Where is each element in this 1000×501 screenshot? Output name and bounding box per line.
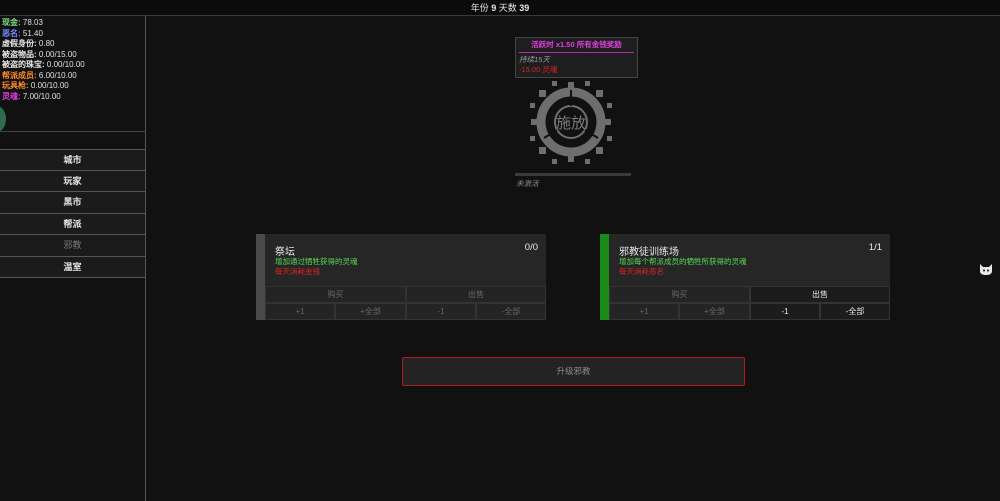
stat-value: 0.00/10.00 bbox=[30, 81, 69, 90]
buy-one-button[interactable]: +1 bbox=[609, 303, 679, 320]
altar-card: 祭坛 0/0 增加通过牺牲获得的灵魂 每天消耗金钱 购买 出售 +1 +全部 -… bbox=[256, 234, 546, 320]
ritual-duration: 持续15天 bbox=[519, 55, 550, 64]
card-header: 邪教徒训练场 1/1 增加每个帮派成员的牺牲所获得的灵魂 每天消耗恶名 bbox=[600, 234, 890, 286]
sidebar: 现金: 78.03 恶名: 51.40 虚假身份: 0.80 被盗物品: 0.0… bbox=[0, 16, 146, 501]
sell-one-button[interactable]: -1 bbox=[406, 303, 476, 320]
sell-button[interactable]: 出售 bbox=[750, 286, 890, 303]
stat-value: 6.00/10.00 bbox=[38, 70, 77, 80]
sidebar-item-city[interactable]: 城市 bbox=[0, 149, 145, 171]
card-status-bar bbox=[600, 234, 609, 320]
stat-fake-ids: 虚假身份: 0.80 bbox=[2, 39, 145, 50]
stat-value: 78.03 bbox=[22, 18, 43, 27]
sidebar-item-greenhouse[interactable]: 温室 bbox=[0, 256, 145, 278]
stat-toy-guns: 玩具枪: 0.00/10.00 bbox=[2, 81, 145, 92]
ritual-progress-bar bbox=[515, 173, 631, 176]
stat-value: 0.80 bbox=[38, 39, 55, 48]
sidebar-item-gang[interactable]: 帮派 bbox=[0, 213, 145, 235]
stat-souls: 灵魂: 7.00/10.00 bbox=[2, 92, 145, 103]
stat-value: 51.40 bbox=[22, 28, 43, 38]
stat-cash: 现金: 78.03 bbox=[2, 18, 145, 29]
stat-label: 玩具枪: bbox=[2, 81, 29, 90]
buy-button[interactable]: 购买 bbox=[265, 286, 406, 303]
stat-notoriety: 恶名: 51.40 bbox=[2, 29, 145, 40]
cat-icon[interactable] bbox=[979, 262, 993, 276]
sidebar-item-player[interactable]: 玩家 bbox=[0, 170, 145, 192]
sell-one-button[interactable]: -1 bbox=[750, 303, 820, 320]
card-upkeep: 每天消耗恶名 bbox=[619, 267, 664, 276]
ritual-bonus: 活跃时 x1.50 所有金钱奖励 bbox=[519, 38, 634, 53]
card-header: 祭坛 0/0 增加通过牺牲获得的灵魂 每天消耗金钱 bbox=[256, 234, 546, 286]
ritual-cast-label: 施放 bbox=[555, 114, 586, 132]
stat-label: 被盗的珠宝: bbox=[2, 60, 45, 69]
buy-all-button[interactable]: +全部 bbox=[335, 303, 406, 320]
stat-stolen-jewels: 被盗的珠宝: 0.00/10.00 bbox=[2, 60, 145, 71]
upgrade-cult-button[interactable]: 升级邪教 bbox=[402, 357, 745, 386]
card-upkeep: 每天消耗金钱 bbox=[275, 267, 320, 276]
stat-label: 帮派成员: bbox=[2, 70, 37, 80]
training-ground-card: 邪教徒训练场 1/1 增加每个帮派成员的牺牲所获得的灵魂 每天消耗恶名 购买 出… bbox=[600, 234, 890, 320]
sidebar-nav: 城市 玩家 黑市 帮派 邪教 温室 bbox=[0, 149, 145, 278]
stat-label: 虚假身份: bbox=[2, 39, 37, 48]
stat-stolen-goods: 被盗物品: 0.00/15.00 bbox=[2, 50, 145, 61]
sell-button[interactable]: 出售 bbox=[406, 286, 546, 303]
ritual-cost: -15.00 灵魂 bbox=[519, 65, 558, 74]
stat-value: 0.00/15.00 bbox=[38, 49, 77, 59]
stat-value: 0.00/10.00 bbox=[46, 60, 85, 69]
year-value: 9 bbox=[491, 3, 497, 13]
buy-button[interactable]: 购买 bbox=[609, 286, 750, 303]
stat-label: 被盗物品: bbox=[2, 49, 37, 59]
stat-value: 7.00/10.00 bbox=[22, 91, 61, 101]
ritual-status: 未激活 bbox=[516, 179, 539, 188]
card-count: 1/1 bbox=[868, 242, 882, 253]
buy-one-button[interactable]: +1 bbox=[265, 303, 335, 320]
resource-stats: 现金: 78.03 恶名: 51.40 虚假身份: 0.80 被盗物品: 0.0… bbox=[0, 16, 145, 132]
day-label: 天数 bbox=[498, 3, 517, 13]
stat-label: 灵魂: bbox=[2, 91, 21, 101]
card-status-bar bbox=[256, 234, 265, 320]
status-orb bbox=[0, 106, 6, 132]
stat-gang-members: 帮派成员: 6.00/10.00 bbox=[2, 71, 145, 82]
ritual-tooltip: 活跃时 x1.50 所有金钱奖励 持续15天 -15.00 灵魂 bbox=[515, 37, 638, 78]
sidebar-item-cult[interactable]: 邪教 bbox=[0, 235, 145, 257]
year-label: 年份 bbox=[470, 3, 489, 13]
top-bar: 年份 9 天数 39 bbox=[0, 0, 1000, 16]
sell-all-button[interactable]: -全部 bbox=[820, 303, 890, 320]
stat-label: 现金: bbox=[2, 18, 21, 27]
sidebar-item-black-market[interactable]: 黑市 bbox=[0, 192, 145, 214]
stat-label: 恶名: bbox=[2, 28, 21, 38]
buy-all-button[interactable]: +全部 bbox=[679, 303, 750, 320]
day-value: 39 bbox=[519, 3, 530, 13]
sell-all-button[interactable]: -全部 bbox=[476, 303, 546, 320]
cast-ritual-button[interactable]: 施放 bbox=[528, 78, 614, 168]
card-count: 0/0 bbox=[524, 242, 538, 253]
